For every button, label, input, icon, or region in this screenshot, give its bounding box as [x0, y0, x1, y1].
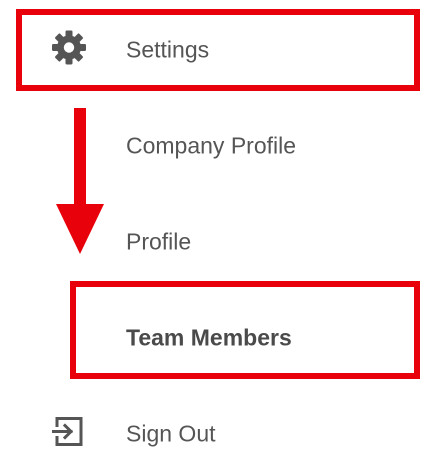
- sign-out-icon: [51, 415, 86, 454]
- menu-item-settings[interactable]: Settings: [0, 26, 428, 74]
- menu-item-sign-out[interactable]: Sign Out: [0, 410, 428, 458]
- account-menu: Settings Company Profile Profile Team Me…: [0, 0, 428, 476]
- menu-item-label: Company Profile: [126, 132, 297, 159]
- menu-item-company-profile[interactable]: Company Profile: [0, 122, 428, 170]
- gear-icon: [50, 29, 88, 72]
- menu-item-label: Team Members: [126, 324, 292, 351]
- menu-item-profile[interactable]: Profile: [0, 218, 428, 266]
- menu-item-team-members[interactable]: Team Members: [0, 314, 428, 362]
- menu-item-label: Settings: [126, 36, 210, 63]
- menu-item-label: Sign Out: [126, 420, 216, 447]
- menu-item-label: Profile: [126, 228, 192, 255]
